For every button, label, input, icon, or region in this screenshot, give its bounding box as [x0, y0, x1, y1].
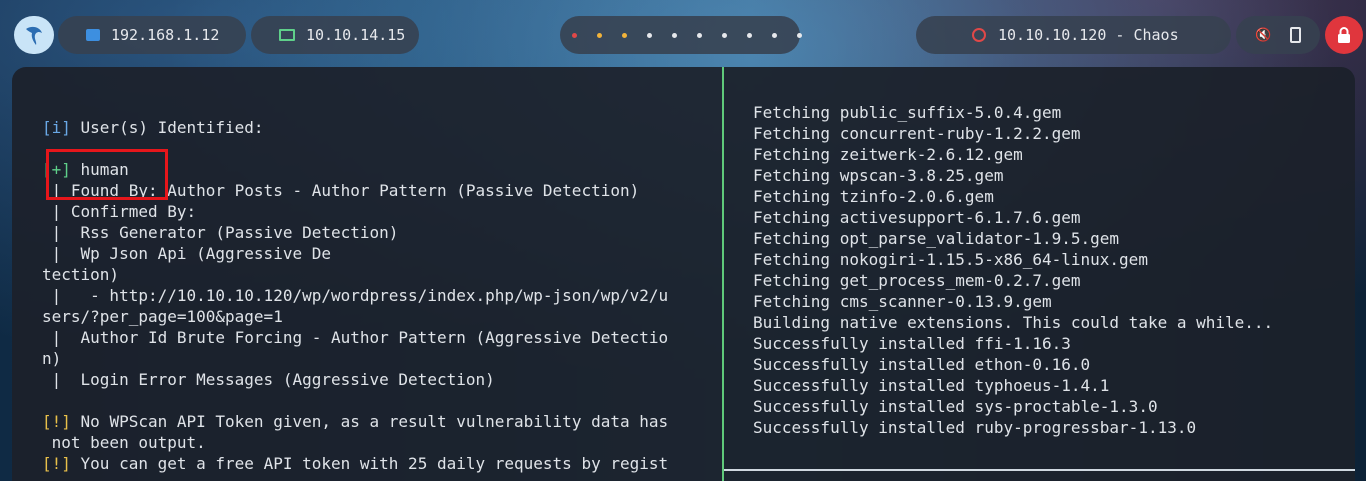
network-icon [86, 29, 100, 41]
terminal-line: Fetching nokogiri-1.15.5-x86_64-linux.ge… [753, 250, 1148, 269]
terminal-line: n) [42, 349, 62, 368]
workspace-dot[interactable] [797, 32, 802, 38]
target-icon [972, 28, 986, 42]
vpn-ip-label: 10.10.14.15 [306, 26, 406, 44]
terminal-line: Fetching activesupport-6.1.7.6.gem [753, 208, 1081, 227]
terminal-line: Fetching cms_scanner-0.13.9.gem [753, 292, 1052, 311]
right-terminal-output: Fetching public_suffix-5.0.4.gem Fetching… [753, 102, 1273, 438]
workspace-dot[interactable] [622, 32, 627, 38]
workspace-dot[interactable] [697, 32, 702, 38]
terminal-line: tection) [42, 265, 120, 284]
terminal-line: Fetching public_suffix-5.0.4.gem [753, 103, 1062, 122]
line-prefix: [!] [42, 412, 71, 431]
terminal-line: Fetching concurrent-ruby-1.2.2.gem [753, 124, 1081, 143]
terminal-line: Successfully installed ruby-progressbar-… [753, 418, 1197, 437]
target-widget[interactable]: 10.10.10.120 - Chaos [916, 16, 1231, 54]
workspace-switcher[interactable] [560, 16, 802, 54]
highlight-box [46, 149, 168, 200]
local-ip-widget[interactable]: 192.168.1.12 [58, 16, 246, 54]
pane-split-line[interactable] [724, 469, 1355, 471]
terminal-line: Fetching zeitwerk-2.6.12.gem [753, 145, 1023, 164]
terminal-line: | Rss Generator (Passive Detection) [42, 223, 399, 242]
terminal-line: Building native extensions. This could t… [753, 313, 1274, 332]
workspace-dot[interactable] [747, 32, 752, 38]
terminal-line: [!] You can get a free API token with 25… [42, 453, 668, 474]
terminal-line: | Wp Json Api (Aggressive De [42, 244, 331, 263]
terminal-line: Successfully installed sys-proctable-1.3… [753, 397, 1158, 416]
workspace-dot[interactable] [672, 32, 677, 38]
terminal-line: Successfully installed ethon-0.16.0 [753, 355, 1091, 374]
terminal-line: Successfully installed ffi-1.16.3 [753, 334, 1071, 353]
system-tray[interactable]: 🔇 [1236, 16, 1320, 54]
terminal-line: Fetching wpscan-3.8.25.gem [753, 166, 1004, 185]
line-text: No WPScan API Token given, as a result v… [70, 412, 669, 431]
line-prefix: [i] [42, 118, 71, 137]
battery-icon[interactable] [1289, 27, 1301, 43]
terminal-line: | Confirmed By: [42, 202, 197, 221]
vpn-ip-widget[interactable]: 10.10.14.15 [251, 16, 419, 54]
terminal-line: [i] User(s) Identified: [42, 117, 668, 138]
lock-icon[interactable] [1325, 16, 1363, 54]
terminal-line: Fetching opt_parse_validator-1.9.5.gem [753, 229, 1120, 248]
workspace-dot[interactable] [572, 32, 577, 38]
target-label: 10.10.10.120 - Chaos [998, 26, 1179, 44]
terminal-line: sers/?per_page=100&page=1 [42, 307, 283, 326]
terminal-line: | Login Error Messages (Aggressive Detec… [42, 370, 495, 389]
laptop-icon [279, 29, 295, 41]
line-text: User(s) Identified: [70, 118, 264, 137]
workspace-dot[interactable] [772, 32, 777, 38]
workspace-dots [562, 32, 812, 38]
terminal-line: Fetching get_process_mem-0.2.7.gem [753, 271, 1081, 290]
terminal-line: | - http://10.10.10.120/wp/wordpress/ind… [42, 286, 669, 305]
workspace-dot[interactable] [647, 32, 652, 38]
pane-divider[interactable] [722, 67, 724, 481]
line-prefix: [!] [42, 454, 71, 473]
terminal-line: [!] No WPScan API Token given, as a resu… [42, 411, 668, 432]
local-ip-label: 192.168.1.12 [111, 26, 220, 44]
terminal-line: not been output. [42, 433, 206, 452]
terminal-line: Successfully installed typhoeus-1.4.1 [753, 376, 1110, 395]
line-text: You can get a free API token with 25 dai… [70, 454, 669, 473]
workspace-dot[interactable] [722, 32, 727, 38]
mute-icon[interactable]: 🔇 [1255, 28, 1271, 43]
kali-dragon-icon[interactable] [14, 16, 54, 54]
workspace-dot[interactable] [597, 32, 602, 38]
terminal-line: | Author Id Brute Forcing - Author Patte… [42, 328, 669, 347]
terminal-line: Fetching tzinfo-2.0.6.gem [753, 187, 994, 206]
